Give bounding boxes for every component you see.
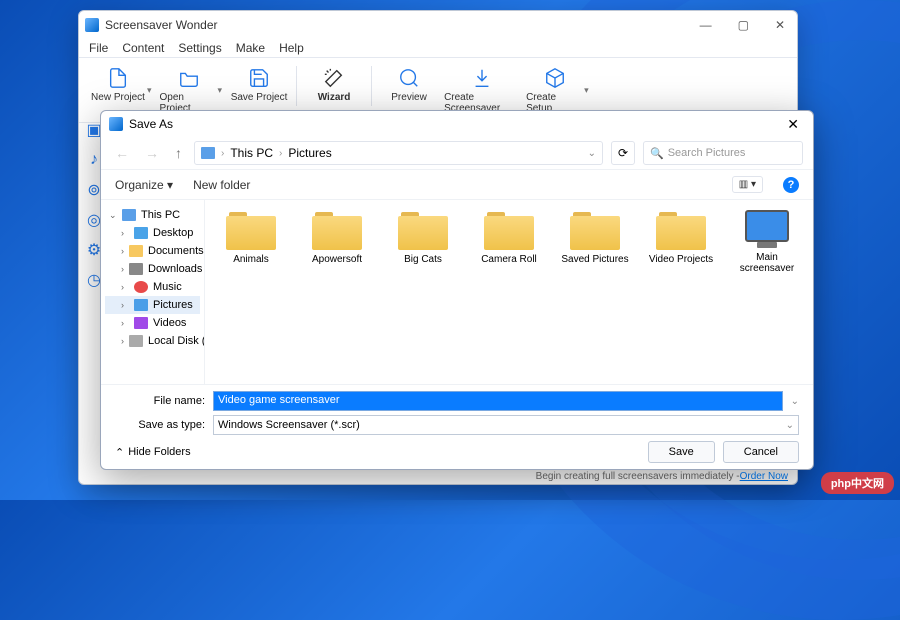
chevron-down-icon[interactable]: ⌄ xyxy=(791,396,799,407)
new-project-icon xyxy=(106,66,130,90)
tree-downloads[interactable]: ›Downloads xyxy=(105,260,200,278)
dialog-title: Save As xyxy=(129,117,173,131)
wizard-icon xyxy=(322,66,346,90)
folder-icon xyxy=(226,210,276,250)
tree-pictures[interactable]: ›Pictures xyxy=(105,296,200,314)
file-main-screensaver[interactable]: Main screensaver xyxy=(731,210,803,274)
filename-label: File name: xyxy=(115,395,205,407)
folder-icon xyxy=(129,245,143,257)
chevron-right-icon: › xyxy=(221,148,224,159)
folder-icon xyxy=(312,210,362,250)
save-project-icon xyxy=(247,66,271,90)
minimize-button[interactable]: — xyxy=(694,16,718,34)
folder-icon xyxy=(398,210,448,250)
app-icon xyxy=(109,117,123,131)
savetype-select[interactable]: Windows Screensaver (*.scr) ⌄ xyxy=(213,415,799,435)
new-project-button[interactable]: New Project xyxy=(87,64,149,105)
tree-this-pc[interactable]: ⌄ This PC xyxy=(105,206,200,224)
breadcrumb[interactable]: › This PC › Pictures ⌄ xyxy=(194,141,603,165)
open-project-button[interactable]: Open Project xyxy=(158,64,220,116)
pc-icon xyxy=(122,209,136,221)
folder-big-cats[interactable]: Big Cats xyxy=(387,210,459,265)
chevron-down-icon: ⌄ xyxy=(109,210,117,221)
cancel-button[interactable]: Cancel xyxy=(723,441,799,463)
hide-folders-button[interactable]: ⌃ Hide Folders xyxy=(115,446,191,459)
new-folder-button[interactable]: New folder xyxy=(193,178,250,192)
close-button[interactable]: ✕ xyxy=(769,16,791,34)
pictures-icon xyxy=(134,299,148,311)
menu-help[interactable]: Help xyxy=(279,41,304,55)
menu-make[interactable]: Make xyxy=(236,41,265,55)
save-project-button[interactable]: Save Project xyxy=(228,64,290,105)
downloads-icon xyxy=(129,263,143,275)
menu-content[interactable]: Content xyxy=(122,41,164,55)
chevron-right-icon: › xyxy=(279,148,282,159)
watermark: php中文网 xyxy=(821,472,894,494)
save-button[interactable]: Save xyxy=(648,441,715,463)
caret-icon[interactable]: ▾ xyxy=(218,85,223,96)
tree-desktop[interactable]: ›Desktop xyxy=(105,224,200,242)
dialog-footer: File name: Video game screensaver ⌄ Save… xyxy=(101,384,813,469)
dialog-titlebar: Save As ✕ xyxy=(101,111,813,137)
help-icon[interactable]: ? xyxy=(783,177,799,193)
savetype-label: Save as type: xyxy=(115,419,205,431)
folder-camera-roll[interactable]: Camera Roll xyxy=(473,210,545,265)
tree-local-disk[interactable]: ›Local Disk (C:) xyxy=(105,332,200,350)
search-input[interactable]: 🔍 Search Pictures xyxy=(643,141,803,165)
folder-animals[interactable]: Animals xyxy=(215,210,287,265)
folder-apowersoft[interactable]: Apowersoft xyxy=(301,210,373,265)
back-button[interactable]: ← xyxy=(111,143,133,163)
order-now-link[interactable]: Order Now xyxy=(740,471,788,482)
dialog-close-button[interactable]: ✕ xyxy=(781,116,805,133)
organize-button[interactable]: Organize ▾ xyxy=(115,178,173,192)
folder-tree: ⌄ This PC ›Desktop ›Documents ›Downloads… xyxy=(101,200,205,384)
desktop-icon xyxy=(134,227,148,239)
download-icon xyxy=(470,66,494,90)
tree-documents[interactable]: ›Documents xyxy=(105,242,200,260)
tree-videos[interactable]: ›Videos xyxy=(105,314,200,332)
titlebar: Screensaver Wonder — ▢ ✕ xyxy=(79,11,797,39)
folder-icon xyxy=(484,210,534,250)
save-as-dialog: Save As ✕ ← → ↑ › This PC › Pictures ⌄ ⟳… xyxy=(100,110,814,470)
dialog-toolbar: Organize ▾ New folder ▥ ▾ ? xyxy=(101,170,813,200)
app-title: Screensaver Wonder xyxy=(105,18,218,32)
open-project-icon xyxy=(177,66,201,90)
folder-icon xyxy=(570,210,620,250)
forward-button[interactable]: → xyxy=(141,143,163,163)
create-screensaver-button[interactable]: Create Screensaver xyxy=(442,64,522,116)
wizard-button[interactable]: Wizard xyxy=(303,64,365,105)
menubar: File Content Settings Make Help xyxy=(79,39,797,58)
app-icon xyxy=(85,18,99,32)
chevron-down-icon[interactable]: ⌄ xyxy=(588,148,596,159)
search-icon: 🔍 xyxy=(650,147,664,160)
caret-icon[interactable]: ▾ xyxy=(147,85,152,96)
disk-icon xyxy=(129,335,143,347)
preview-button[interactable]: Preview xyxy=(378,64,440,105)
music-icon xyxy=(134,281,148,293)
preview-icon xyxy=(397,66,421,90)
folder-saved-pictures[interactable]: Saved Pictures xyxy=(559,210,631,265)
app-footer: Begin creating full screensavers immedia… xyxy=(78,467,798,485)
screensaver-icon xyxy=(745,210,789,242)
tree-music[interactable]: ›Music xyxy=(105,278,200,296)
dialog-nav: ← → ↑ › This PC › Pictures ⌄ ⟳ 🔍 Search … xyxy=(101,137,813,170)
up-button[interactable]: ↑ xyxy=(171,143,186,163)
create-setup-button[interactable]: Create Setup xyxy=(524,64,586,116)
caret-icon[interactable]: ▾ xyxy=(584,85,589,96)
videos-icon xyxy=(134,317,148,329)
pc-icon xyxy=(201,147,215,159)
view-button[interactable]: ▥ ▾ xyxy=(732,176,763,193)
menu-settings[interactable]: Settings xyxy=(178,41,221,55)
filename-input[interactable]: Video game screensaver xyxy=(213,391,783,411)
chevron-up-icon: ⌃ xyxy=(115,446,124,459)
chevron-down-icon: ⌄ xyxy=(786,420,794,431)
refresh-button[interactable]: ⟳ xyxy=(611,141,635,165)
folder-icon xyxy=(656,210,706,250)
package-icon xyxy=(543,66,567,90)
file-grid: Animals Apowersoft Big Cats Camera Roll … xyxy=(205,200,813,384)
folder-video-projects[interactable]: Video Projects xyxy=(645,210,717,265)
menu-file[interactable]: File xyxy=(89,41,108,55)
maximize-button[interactable]: ▢ xyxy=(732,16,755,34)
